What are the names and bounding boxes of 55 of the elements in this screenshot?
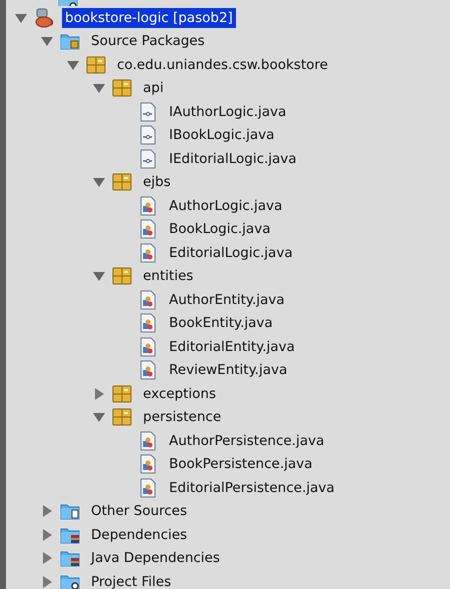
- file-icon: [138, 360, 158, 380]
- file-icon: [138, 242, 158, 263]
- tree-item[interactable]: BookPersistence.java: [166, 454, 316, 474]
- file-icon: [138, 290, 158, 310]
- collapse-arrow-icon[interactable]: [40, 34, 54, 48]
- tree-item[interactable]: persistence: [140, 407, 224, 428]
- tree-item[interactable]: EditorialPersistence.java: [166, 478, 338, 498]
- file-icon: [138, 196, 158, 216]
- tree-item[interactable]: bookstore-logic [pasob2]: [62, 8, 236, 28]
- tree-item[interactable]: IBookLogic.java: [166, 125, 278, 146]
- tree-item[interactable]: IEditorialLogic.java: [166, 148, 300, 169]
- collapse-arrow-icon[interactable]: [92, 410, 106, 424]
- expand-arrow-icon[interactable]: [40, 528, 54, 542]
- coffee-cup-icon: [34, 8, 54, 28]
- file-icon: [138, 148, 158, 169]
- file-icon: [138, 125, 158, 146]
- expand-arrow-icon[interactable]: [40, 551, 54, 566]
- tree-item[interactable]: entities: [140, 266, 196, 286]
- file-icon: [138, 478, 158, 498]
- tree-item[interactable]: Source Packages: [88, 31, 208, 52]
- file-icon: [138, 454, 158, 474]
- package-icon: [112, 266, 132, 286]
- file-icon: [138, 430, 158, 451]
- tree-item[interactable]: BookLogic.java: [166, 219, 274, 240]
- collapse-arrow-icon[interactable]: [92, 81, 106, 96]
- tree-item[interactable]: ReviewEntity.java: [166, 360, 290, 380]
- tree-item[interactable]: exceptions: [140, 384, 220, 404]
- tree-item[interactable]: EditorialEntity.java: [166, 336, 298, 357]
- tree-item[interactable]: AuthorLogic.java: [166, 196, 286, 216]
- package-icon: [112, 407, 132, 428]
- tree-item[interactable]: api: [140, 78, 167, 98]
- file-icon: [138, 102, 158, 122]
- tree-item[interactable]: Project Files: [88, 572, 174, 589]
- expand-arrow-icon[interactable]: [92, 386, 106, 401]
- package-icon: [112, 384, 132, 404]
- tree-item[interactable]: ejbs: [140, 172, 174, 192]
- tree-item[interactable]: AuthorEntity.java: [166, 290, 288, 310]
- tree-item[interactable]: BookEntity.java: [166, 313, 276, 334]
- tree-item[interactable]: EditorialLogic.java: [166, 242, 296, 263]
- tree-item[interactable]: Other Sources: [88, 501, 190, 522]
- collapse-arrow-icon[interactable]: [92, 269, 106, 284]
- file-icon: [138, 219, 158, 240]
- file-icon: [138, 336, 158, 357]
- package-icon: [112, 78, 132, 98]
- file-icon: [138, 313, 158, 334]
- expand-arrow-icon[interactable]: [40, 574, 54, 589]
- collapse-arrow-icon[interactable]: [92, 175, 106, 190]
- package-icon: [112, 172, 132, 192]
- expand-arrow-icon[interactable]: [40, 504, 54, 518]
- tree-item[interactable]: AuthorPersistence.java: [166, 430, 328, 451]
- package-icon: [86, 54, 106, 75]
- tree-item[interactable]: Java Dependencies: [88, 548, 223, 568]
- tree-item[interactable]: IAuthorLogic.java: [166, 102, 290, 122]
- tree-item[interactable]: Dependencies: [88, 524, 190, 545]
- tree-item[interactable]: co.edu.uniandes.csw.bookstore: [114, 54, 331, 75]
